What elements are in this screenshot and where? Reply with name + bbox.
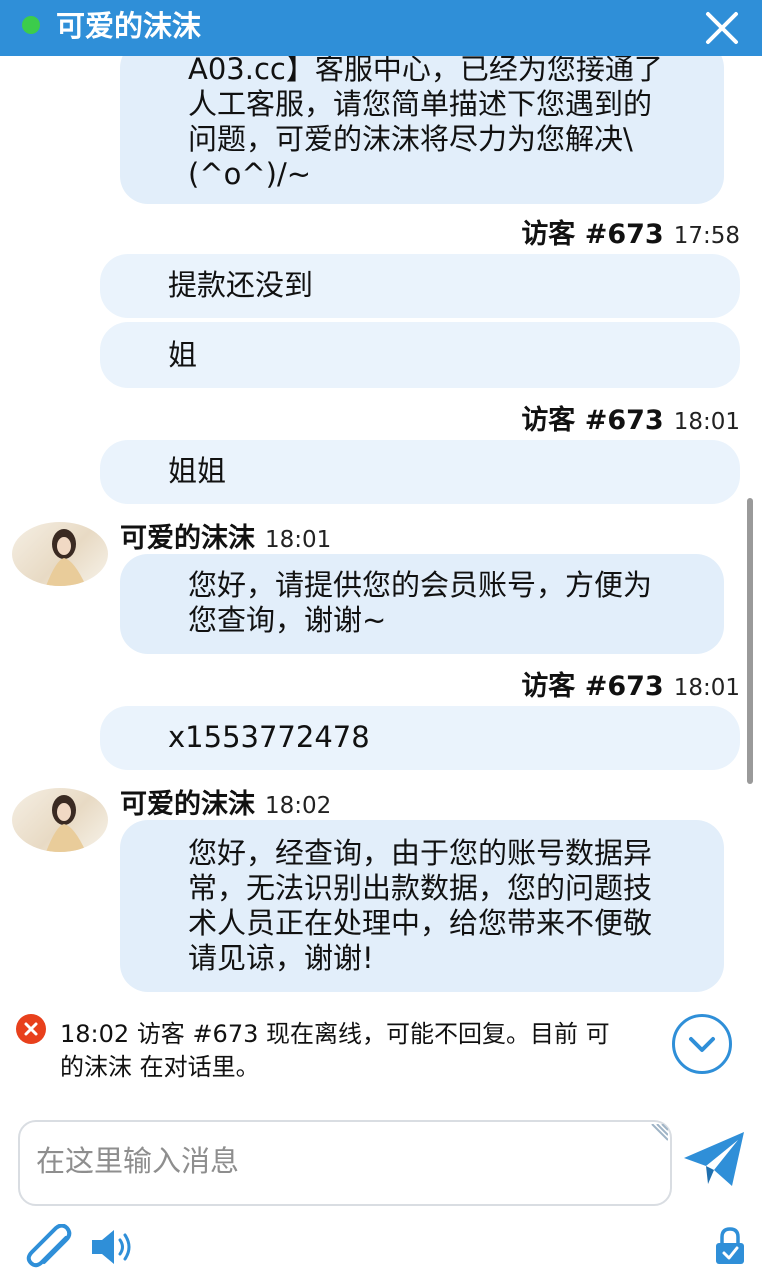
chevron-down-icon [689,1037,715,1052]
message-line: 您好，请提供您的会员账号，方便为 [188,568,653,602]
error-icon [16,1014,46,1044]
scroll-down-button[interactable] [672,1014,732,1074]
notice-text: 访客 #673 现在离线，可能不回复。目前 可 [136,1020,610,1048]
agent-avatar [12,788,108,852]
visitor-message-bubble: 姐姐 [100,440,740,504]
message-line: 您好，经查询，由于您的账号数据异 [188,836,653,870]
sender-name: 可爱的沫沫 [120,789,255,820]
send-icon[interactable] [682,1128,746,1192]
message-time: 18:01 [673,409,740,435]
message-meta: 访客 #673 17:58 [521,220,740,251]
message-line: 问题，可爱的沫沫将尽力为您解决\ [188,122,633,156]
message-text: 姐 [168,338,198,372]
sender-name: 访客 #673 [521,671,664,702]
message-line: 常，无法识别出款数据，您的问题技 [188,871,653,905]
close-icon[interactable] [700,6,744,50]
offline-line: 18:02 访客 #673 现在离线，可能不回复。目前 可 [60,1018,680,1051]
message-line: 请见谅，谢谢! [188,941,374,975]
message-meta: 访客 #673 18:01 [521,406,740,437]
agent-message-bubble: 您好，经查询，由于您的账号数据异 常，无法识别出款数据，您的问题技 术人员正在处… [120,820,724,992]
message-meta: 可爱的沫沫 18:01 [120,524,331,555]
sender-name: 访客 #673 [521,219,664,250]
message-time: 17:58 [673,223,740,249]
message-meta: 可爱的沫沫 18:02 [120,790,331,821]
agent-message-bubble: 您好，请提供您的会员账号，方便为 您查询，谢谢~ [120,554,724,654]
visitor-message-bubble: x1553772478 [100,706,740,770]
sender-name: 访客 #673 [521,405,664,436]
message-line: (^o^)/~ [188,157,312,191]
visitor-message-bubble: 姐 [100,322,740,388]
notice-time: 18:02 [60,1020,130,1048]
message-text: x1553772478 [168,720,370,754]
message-input[interactable] [36,1144,636,1178]
online-status-dot [22,16,40,34]
offline-text: 18:02 访客 #673 现在离线，可能不回复。目前 可 的沫沫 在对话里。 [60,1018,680,1084]
message-line: 您查询，谢谢~ [188,603,387,637]
message-list[interactable]: A03.cc】客服中心，已经为您接通了 人工客服，请您简单描述下您遇到的 问题，… [0,56,762,1108]
message-line: A03.cc】客服中心，已经为您接通了 [188,56,663,86]
message-time: 18:01 [673,675,740,701]
message-time: 18:01 [265,527,332,553]
sender-name: 可爱的沫沫 [120,523,255,554]
agent-avatar [12,522,108,586]
speaker-icon[interactable] [90,1226,136,1268]
message-time: 18:02 [265,793,332,819]
message-text: 姐姐 [168,454,227,488]
scrollbar-thumb[interactable] [747,498,753,784]
offline-line: 的沫沫 在对话里。 [60,1053,260,1081]
message-text: 提款还没到 [168,268,314,302]
resize-handle-icon[interactable] [646,1124,668,1146]
lock-icon [716,1227,744,1264]
message-meta: 访客 #673 18:01 [521,672,740,703]
agent-message-bubble: A03.cc】客服中心，已经为您接通了 人工客服，请您简单描述下您遇到的 问题，… [120,56,724,204]
visitor-message-bubble: 提款还没到 [100,254,740,318]
agent-name-title: 可爱的沫沫 [56,9,202,43]
message-line: 术人员正在处理中，给您带来不便敬 [188,906,653,940]
message-line: 人工客服，请您简单描述下您遇到的 [188,87,653,121]
chat-header: 可爱的沫沫 [0,0,762,56]
paperclip-icon[interactable] [24,1224,74,1270]
message-input-box[interactable] [18,1120,672,1206]
